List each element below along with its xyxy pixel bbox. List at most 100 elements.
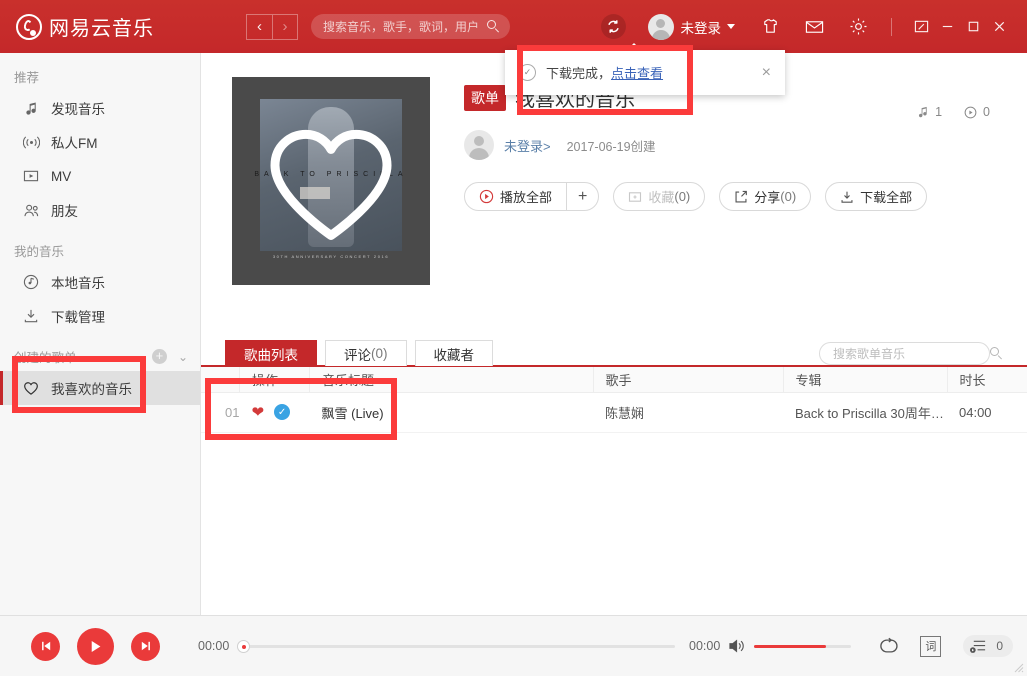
share-button[interactable]: 分享 (0) bbox=[719, 182, 811, 211]
playlist-actions: 播放全部 + 收藏 (0) bbox=[464, 182, 1027, 211]
volume-fill bbox=[754, 645, 826, 648]
seek-handle[interactable] bbox=[237, 640, 250, 653]
volume-slider[interactable] bbox=[754, 645, 851, 648]
search-input[interactable] bbox=[321, 19, 487, 35]
download-icon bbox=[840, 190, 854, 204]
chevron-down-icon bbox=[727, 24, 735, 29]
table-row[interactable]: 01 ❤ ✓ 飘雪 (Live) 陈慧娴 Back to Priscilla 3… bbox=[201, 392, 1027, 432]
minimize-icon[interactable] bbox=[936, 16, 958, 38]
col-artist: 歌手 bbox=[593, 366, 783, 392]
close-icon[interactable]: × bbox=[762, 65, 771, 81]
sidebar-item-label: 私人FM bbox=[51, 132, 98, 152]
cover-sub-text: 30TH ANNIVERSARY CONCERT 2016 bbox=[232, 254, 430, 259]
creator-link[interactable]: 未登录> bbox=[504, 136, 551, 155]
user-name: 未登录 bbox=[681, 17, 722, 37]
lyrics-button[interactable]: 词 bbox=[920, 636, 941, 657]
sync-transfer-icon[interactable] bbox=[601, 14, 626, 39]
sidebar-item-discover-music[interactable]: 发现音乐 bbox=[0, 91, 200, 125]
sidebar: 推荐 发现音乐 私人FM MV bbox=[0, 53, 201, 615]
tab-label: 评论 bbox=[344, 344, 371, 364]
volume-icon[interactable] bbox=[728, 638, 746, 654]
row-album: Back to Priscilla 30周年演... bbox=[783, 392, 947, 432]
track-count-value: 1 bbox=[935, 105, 942, 119]
col-album: 专辑 bbox=[783, 366, 947, 392]
seek-slider[interactable] bbox=[243, 645, 675, 648]
sidebar-item-mv[interactable]: MV bbox=[0, 159, 200, 193]
operations-wrap: ❤ ✓ bbox=[251, 404, 309, 420]
playlist-cover: BACK TO PRISCILLA 30TH ANNIVERSARY CONCE… bbox=[232, 77, 430, 285]
mini-mode-icon[interactable] bbox=[910, 16, 932, 38]
music-note-icon bbox=[917, 106, 929, 118]
close-icon[interactable] bbox=[988, 16, 1010, 38]
sidebar-item-private-fm[interactable]: 私人FM bbox=[0, 125, 200, 159]
collect-count: (0) bbox=[674, 189, 690, 204]
playlist-tag: 歌单 bbox=[464, 85, 506, 111]
download-all-button[interactable]: 下载全部 bbox=[825, 182, 927, 211]
table-header-row: 操作 音乐标题 歌手 专辑 时长 bbox=[201, 366, 1027, 392]
app-logo: 网易云音乐 bbox=[16, 12, 154, 41]
playlist-info: 歌单 我喜欢的音乐 1 0 bbox=[464, 77, 1027, 285]
heart-outline-overlay bbox=[265, 123, 397, 243]
skip-next-icon[interactable] bbox=[131, 632, 160, 661]
playlist-search-box[interactable] bbox=[819, 342, 990, 365]
download-complete-icon: ✓ bbox=[274, 404, 290, 420]
play-icon[interactable] bbox=[77, 628, 114, 665]
heart-filled-icon[interactable]: ❤ bbox=[251, 405, 264, 420]
nav-back-button[interactable]: ‹ bbox=[246, 14, 272, 40]
table-body: 01 ❤ ✓ 飘雪 (Live) 陈慧娴 Back to Priscilla 3… bbox=[201, 392, 1027, 432]
play-count: 0 bbox=[964, 105, 990, 119]
playlist-icon bbox=[969, 638, 988, 655]
tab-song-list[interactable]: 歌曲列表 bbox=[225, 340, 317, 366]
share-label: 分享 bbox=[754, 187, 780, 206]
tab-collectors[interactable]: 收藏者 bbox=[415, 340, 494, 366]
resize-grip[interactable] bbox=[1014, 663, 1024, 673]
sidebar-item-label: 本地音乐 bbox=[51, 272, 105, 292]
global-search-box[interactable] bbox=[311, 14, 510, 39]
nav-forward-button[interactable]: › bbox=[272, 14, 298, 40]
play-count-value: 0 bbox=[983, 105, 990, 119]
tab-comments[interactable]: 评论 (0) bbox=[325, 340, 407, 366]
row-title-cell: 飘雪 (Live) bbox=[309, 392, 593, 432]
download-complete-toast: ✓ 下载完成， 点击查看 × bbox=[505, 50, 785, 95]
netease-music-window: 网易云音乐 ‹ › 未登录 bbox=[0, 0, 1027, 676]
play-all-button[interactable]: 播放全部 bbox=[465, 183, 566, 210]
sidebar-item-friends[interactable]: 朋友 bbox=[0, 193, 200, 227]
toast-view-link[interactable]: 点击查看 bbox=[611, 63, 663, 82]
table-header: 操作 音乐标题 歌手 专辑 时长 bbox=[201, 366, 1027, 392]
repeat-icon[interactable] bbox=[877, 637, 898, 655]
sidebar-item-download-manager[interactable]: 下载管理 bbox=[0, 299, 200, 333]
radio-waves-icon bbox=[22, 133, 40, 151]
search-icon bbox=[487, 20, 500, 33]
maximize-icon[interactable] bbox=[962, 16, 984, 38]
gear-icon[interactable] bbox=[847, 16, 869, 38]
sidebar-section-created-playlists: 创建的歌单 + ⌄ bbox=[0, 333, 200, 371]
nav-buttons: ‹ › bbox=[246, 14, 298, 40]
avatar bbox=[464, 130, 494, 160]
heart-outline-icon bbox=[22, 379, 40, 397]
col-index bbox=[201, 366, 239, 392]
plus-circle-icon[interactable]: + bbox=[152, 349, 167, 364]
user-menu[interactable]: 未登录 bbox=[648, 14, 736, 40]
tab-label: 歌曲列表 bbox=[244, 344, 298, 364]
collect-button[interactable]: 收藏 (0) bbox=[613, 182, 705, 211]
chevron-down-icon[interactable]: ⌄ bbox=[178, 350, 188, 364]
share-count: (0) bbox=[780, 189, 796, 204]
share-icon bbox=[734, 190, 748, 204]
col-title: 音乐标题 bbox=[309, 366, 593, 392]
mail-icon[interactable] bbox=[803, 16, 825, 38]
track-title: 飘雪 bbox=[321, 406, 347, 421]
download-icon bbox=[22, 307, 40, 325]
titlebar-right-controls: 未登录 bbox=[601, 14, 1027, 40]
shirt-skin-icon[interactable] bbox=[759, 16, 781, 38]
total-time: 00:00 bbox=[689, 639, 720, 653]
row-duration: 04:00 bbox=[947, 392, 1027, 432]
sidebar-item-local-music[interactable]: 本地音乐 bbox=[0, 265, 200, 299]
skip-previous-icon[interactable] bbox=[31, 632, 60, 661]
sidebar-item-my-favorite-music[interactable]: 我喜欢的音乐 bbox=[0, 371, 200, 405]
add-to-playlist-button[interactable]: + bbox=[566, 183, 598, 210]
sidebar-item-label: 发现音乐 bbox=[51, 98, 105, 118]
toast-message: 下载完成， bbox=[546, 63, 611, 82]
sidebar-item-label: MV bbox=[51, 169, 71, 184]
search-playlist-input[interactable] bbox=[831, 346, 990, 362]
play-queue-button[interactable]: 0 bbox=[963, 635, 1013, 657]
